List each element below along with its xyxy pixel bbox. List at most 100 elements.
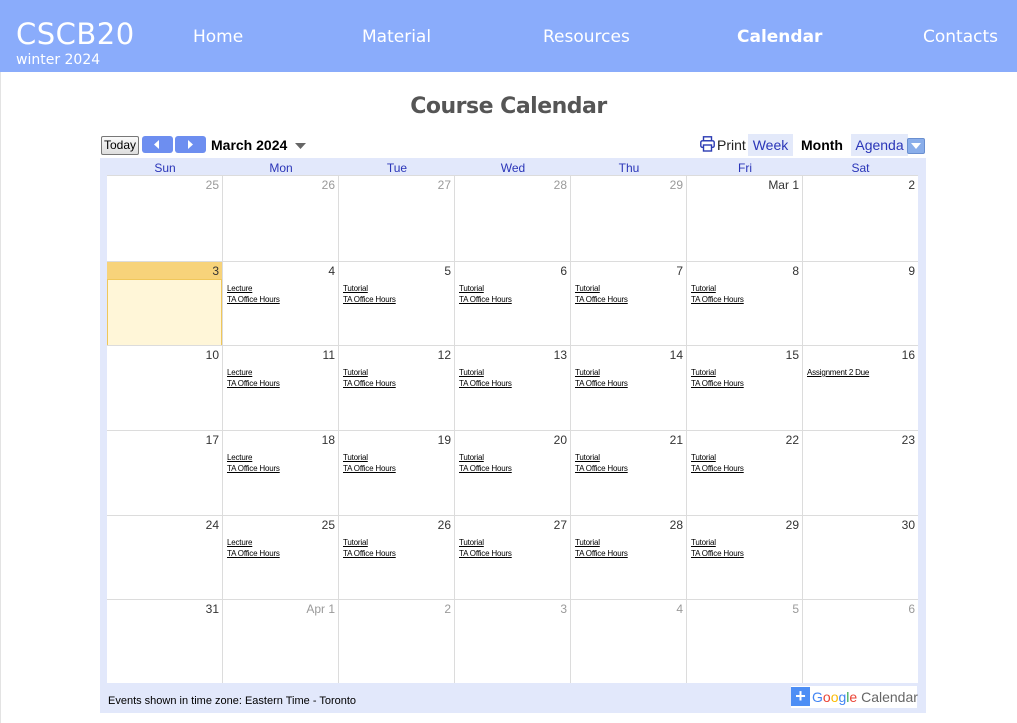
event-link[interactable]: TA Office Hours <box>575 295 628 305</box>
event-link[interactable]: Tutorial <box>459 453 484 463</box>
day-number[interactable]: 27 <box>554 518 567 532</box>
day-cell[interactable]: 20 Tutorial TA Office Hours <box>455 430 571 515</box>
day-number[interactable]: 16 <box>902 348 915 362</box>
event-link[interactable]: TA Office Hours <box>459 549 512 559</box>
day-cell[interactable]: 6 Tutorial TA Office Hours <box>455 261 571 345</box>
day-number[interactable]: 8 <box>792 264 799 278</box>
day-cell[interactable]: 5 <box>687 599 803 683</box>
day-cell[interactable]: 3 <box>107 261 223 346</box>
day-number[interactable]: 4 <box>328 264 335 278</box>
day-number[interactable]: 6 <box>560 264 567 278</box>
prev-month-button[interactable] <box>142 136 173 153</box>
event-link[interactable]: TA Office Hours <box>343 295 396 305</box>
day-number[interactable]: 3 <box>560 602 567 616</box>
day-cell[interactable]: 9 <box>803 261 918 345</box>
event-link[interactable]: TA Office Hours <box>227 379 280 389</box>
nav-contacts[interactable]: Contacts <box>923 27 998 47</box>
day-number[interactable]: 14 <box>670 348 683 362</box>
day-cell[interactable]: 11 Lecture TA Office Hours <box>223 345 339 430</box>
next-month-button[interactable] <box>175 136 206 153</box>
event-link[interactable]: TA Office Hours <box>575 379 628 389</box>
day-cell[interactable]: 31 <box>107 599 223 683</box>
day-number[interactable]: 4 <box>676 602 683 616</box>
event-link[interactable]: TA Office Hours <box>343 549 396 559</box>
current-month-label[interactable]: March 2024 <box>211 136 287 154</box>
event-link[interactable]: Tutorial <box>575 538 600 548</box>
day-number[interactable]: 23 <box>902 433 915 447</box>
nav-home[interactable]: Home <box>193 27 243 47</box>
day-cell[interactable]: 25 Lecture TA Office Hours <box>223 515 339 599</box>
day-number[interactable]: 15 <box>786 348 799 362</box>
day-number[interactable]: 12 <box>438 348 451 362</box>
day-cell[interactable]: 5 Tutorial TA Office Hours <box>339 261 455 345</box>
day-cell[interactable]: 10 <box>107 345 223 430</box>
nav-material[interactable]: Material <box>362 27 431 47</box>
event-link[interactable]: Lecture <box>227 453 252 463</box>
day-number[interactable]: 13 <box>554 348 567 362</box>
event-link[interactable]: TA Office Hours <box>575 464 628 474</box>
day-cell[interactable]: 7 Tutorial TA Office Hours <box>571 261 687 345</box>
day-cell[interactable]: 28 <box>455 175 571 261</box>
day-number[interactable]: 28 <box>554 178 567 192</box>
day-number[interactable]: 9 <box>908 264 915 278</box>
view-agenda-tab[interactable]: Agenda <box>851 134 908 156</box>
day-cell[interactable]: Mar 1 <box>687 175 803 261</box>
event-link[interactable]: Tutorial <box>691 538 716 548</box>
today-button[interactable]: Today <box>101 136 139 155</box>
day-number[interactable]: 24 <box>206 518 219 532</box>
event-link[interactable]: TA Office Hours <box>227 295 280 305</box>
day-number[interactable]: 29 <box>670 178 683 192</box>
event-link[interactable]: Tutorial <box>575 453 600 463</box>
day-cell[interactable]: 8 Tutorial TA Office Hours <box>687 261 803 345</box>
event-link[interactable]: Tutorial <box>575 284 600 294</box>
event-link[interactable]: TA Office Hours <box>459 464 512 474</box>
day-number[interactable]: 18 <box>322 433 335 447</box>
event-link[interactable]: TA Office Hours <box>343 464 396 474</box>
day-cell[interactable]: 21 Tutorial TA Office Hours <box>571 430 687 515</box>
event-link[interactable]: Tutorial <box>459 284 484 294</box>
event-link[interactable]: Lecture <box>227 538 252 548</box>
day-cell[interactable]: 3 <box>455 599 571 683</box>
day-cell[interactable]: Apr 1 <box>223 599 339 683</box>
day-cell[interactable]: 17 <box>107 430 223 515</box>
day-number[interactable]: 26 <box>322 178 335 192</box>
event-link[interactable]: Tutorial <box>343 453 368 463</box>
event-link[interactable]: TA Office Hours <box>227 549 280 559</box>
day-cell[interactable]: 15 Tutorial TA Office Hours <box>687 345 803 430</box>
day-cell[interactable]: 22 Tutorial TA Office Hours <box>687 430 803 515</box>
event-link[interactable]: Tutorial <box>691 453 716 463</box>
event-link[interactable]: TA Office Hours <box>691 379 744 389</box>
view-month-tab[interactable]: Month <box>797 134 847 156</box>
day-number[interactable]: 11 <box>323 348 335 362</box>
day-cell[interactable]: 13 Tutorial TA Office Hours <box>455 345 571 430</box>
event-link[interactable]: TA Office Hours <box>691 464 744 474</box>
event-link[interactable]: TA Office Hours <box>343 379 396 389</box>
event-link[interactable]: Tutorial <box>691 368 716 378</box>
day-cell[interactable]: 24 <box>107 515 223 599</box>
add-to-google-calendar-button[interactable]: + Google Calendar <box>791 686 918 708</box>
day-number[interactable]: 6 <box>908 602 915 616</box>
day-number[interactable]: 31 <box>206 602 219 616</box>
event-link[interactable]: TA Office Hours <box>459 295 512 305</box>
day-cell[interactable]: 19 Tutorial TA Office Hours <box>339 430 455 515</box>
event-link[interactable]: TA Office Hours <box>227 464 280 474</box>
event-link[interactable]: Tutorial <box>459 538 484 548</box>
day-cell[interactable]: 30 <box>803 515 918 599</box>
day-cell[interactable]: 18 Lecture TA Office Hours <box>223 430 339 515</box>
event-link[interactable]: TA Office Hours <box>691 549 744 559</box>
event-link[interactable]: Lecture <box>227 368 252 378</box>
day-cell[interactable]: 2 <box>339 599 455 683</box>
day-cell[interactable]: 29 <box>571 175 687 261</box>
day-number[interactable]: 26 <box>438 518 451 532</box>
event-link[interactable]: Lecture <box>227 284 252 294</box>
day-number[interactable]: 2 <box>444 602 451 616</box>
nav-resources[interactable]: Resources <box>543 27 630 47</box>
day-number[interactable]: Mar 1 <box>768 178 799 192</box>
day-cell[interactable]: 16 Assignment 2 Due <box>803 345 918 430</box>
event-link[interactable]: TA Office Hours <box>691 295 744 305</box>
day-number[interactable]: 7 <box>676 264 683 278</box>
day-number[interactable]: 19 <box>438 433 451 447</box>
day-number[interactable]: 17 <box>206 433 219 447</box>
day-cell[interactable]: 23 <box>803 430 918 515</box>
day-number[interactable]: 29 <box>786 518 799 532</box>
